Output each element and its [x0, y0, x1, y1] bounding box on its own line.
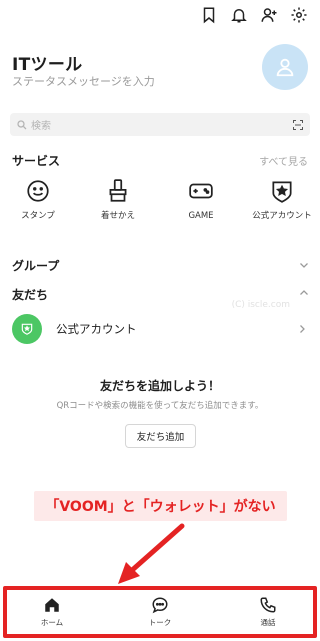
- bell-icon[interactable]: [228, 4, 250, 26]
- official-account-avatar: [12, 314, 42, 344]
- tab-talk[interactable]: トーク: [130, 596, 190, 628]
- service-label: スタンプ: [21, 211, 55, 221]
- services-title: サービス: [12, 154, 61, 168]
- game-controller-icon: [189, 183, 213, 199]
- tab-label: トーク: [148, 618, 172, 627]
- tab-label: ホーム: [40, 618, 64, 627]
- shield-icon: [21, 323, 33, 335]
- tab-label: 通話: [260, 618, 276, 627]
- profile-name[interactable]: ITツール: [12, 50, 82, 75]
- scan-icon[interactable]: [292, 119, 304, 131]
- person-icon: [276, 58, 294, 77]
- add-friends-subtitle: QRコードや検索の機能を使って友だち追加できます。: [56, 401, 264, 411]
- search-input[interactable]: 検索: [10, 113, 310, 136]
- friends-title[interactable]: 友だち: [12, 286, 48, 303]
- avatar[interactable]: [262, 44, 308, 90]
- service-stamp[interactable]: スタンプ: [8, 178, 68, 223]
- official-badge-icon: [272, 181, 292, 203]
- annotation-label: 「VOOM」と「ウォレット」がない: [34, 491, 287, 521]
- smiley-icon: [27, 180, 49, 202]
- search-placeholder: 検索: [31, 121, 51, 132]
- service-label: 着せかえ: [100, 211, 135, 221]
- groups-title[interactable]: グループ: [12, 257, 59, 274]
- watermark: (C) iscle.com: [231, 300, 290, 310]
- tab-home[interactable]: ホーム: [22, 596, 82, 628]
- see-all-link[interactable]: すべて見る: [259, 153, 308, 168]
- service-label: GAME: [188, 211, 214, 221]
- service-official-account[interactable]: 公式アカウント: [252, 178, 312, 223]
- annotation-arrow-icon: [118, 523, 185, 584]
- add-friend-icon[interactable]: [258, 4, 280, 26]
- service-game[interactable]: GAME: [171, 178, 231, 223]
- phone-icon: [260, 597, 276, 613]
- service-theme[interactable]: 着せかえ: [88, 178, 148, 223]
- chat-icon: [152, 597, 168, 614]
- chevron-up-icon[interactable]: [298, 287, 310, 299]
- settings-icon[interactable]: [288, 4, 310, 26]
- status-message-input[interactable]: ステータスメッセージを入力: [12, 73, 155, 89]
- home-icon: [45, 598, 59, 612]
- add-friend-button[interactable]: 友だち追加: [125, 424, 196, 448]
- chevron-right-icon: [300, 325, 305, 333]
- bookmark-icon[interactable]: [198, 4, 220, 26]
- brush-icon: [109, 179, 127, 202]
- official-account-row[interactable]: 公式アカウント: [0, 312, 320, 346]
- chevron-down-icon[interactable]: [298, 259, 310, 271]
- search-icon: [17, 119, 27, 129]
- add-friends-title: 友だちを追加しよう！: [99, 379, 220, 393]
- header-toolbar: [198, 4, 310, 26]
- service-label: 公式アカウント: [252, 211, 312, 221]
- tab-call[interactable]: 通話: [238, 596, 298, 628]
- official-account-label: 公式アカウント: [56, 322, 137, 336]
